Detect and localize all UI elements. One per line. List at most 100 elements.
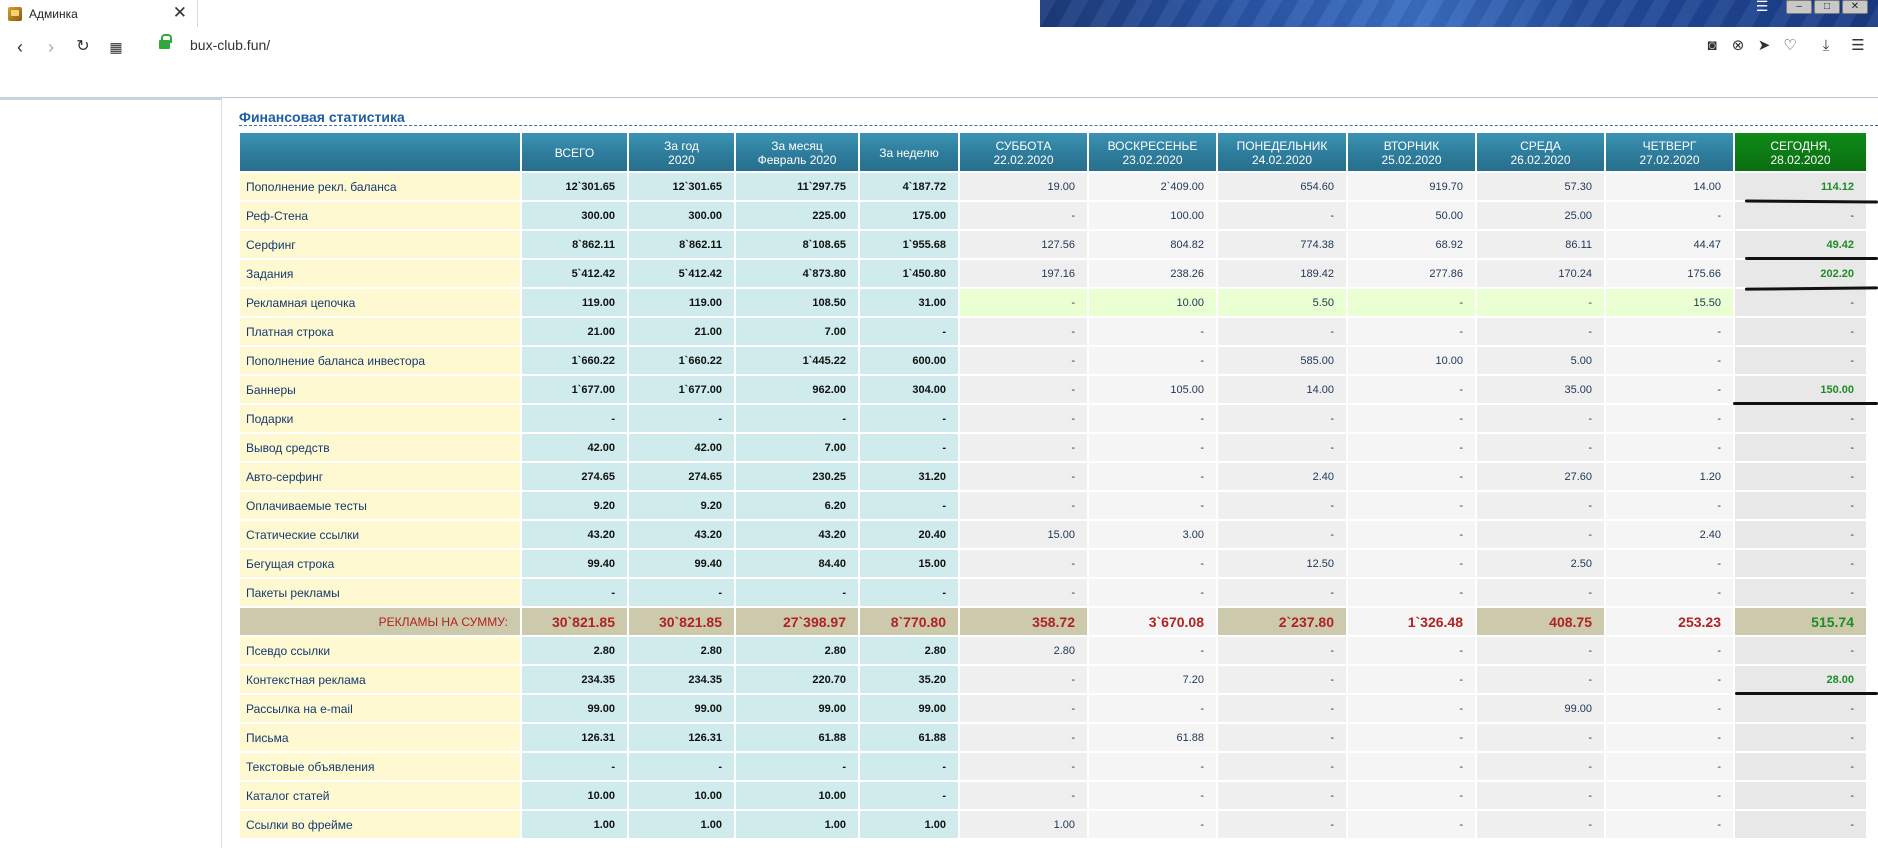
table-cell: 99.00 bbox=[522, 695, 627, 722]
table-cell: 804.82 bbox=[1089, 231, 1216, 258]
table-cell: 61.88 bbox=[1089, 724, 1216, 751]
table-cell: - bbox=[1348, 376, 1475, 403]
table-cell: 189.42 bbox=[1218, 260, 1346, 287]
table-cell: - bbox=[1477, 782, 1604, 809]
row-label: Серфинг bbox=[240, 231, 520, 258]
table-cell: - bbox=[1735, 579, 1866, 606]
table-row: Пополнение рекл. баланса 12`301.65 12`301.… bbox=[240, 173, 1866, 200]
table-cell: 14.00 bbox=[1218, 376, 1346, 403]
table-cell: 2.40 bbox=[1606, 521, 1733, 548]
table-cell: - bbox=[1348, 521, 1475, 548]
chevron-left-icon[interactable]: ‹ bbox=[9, 36, 31, 58]
table-cell: 43.20 bbox=[736, 521, 858, 548]
annotation-mark bbox=[1745, 257, 1878, 260]
column-header: ЧЕТВЕРГ 27.02.2020 bbox=[1606, 133, 1733, 171]
table-cell: - bbox=[1606, 637, 1733, 664]
table-cell: 43.20 bbox=[629, 521, 734, 548]
table-cell: - bbox=[860, 434, 958, 461]
table-cell: 1`677.00 bbox=[522, 376, 627, 403]
table-cell: 1.00 bbox=[522, 811, 627, 838]
table-cell: - bbox=[1348, 724, 1475, 751]
row-label: Реф-Стена bbox=[240, 202, 520, 229]
table-cell: - bbox=[1218, 492, 1346, 519]
tab-close-icon[interactable]: ✕ bbox=[173, 4, 187, 22]
table-cell: - bbox=[960, 782, 1087, 809]
table-cell: - bbox=[1348, 318, 1475, 345]
window-menu-icon[interactable]: ☰ bbox=[1752, 0, 1772, 14]
column-header-line: За год bbox=[664, 139, 699, 153]
table-cell: 31.00 bbox=[860, 289, 958, 316]
heart-icon[interactable]: ♡ bbox=[1780, 36, 1800, 56]
table-cell: - bbox=[1218, 521, 1346, 548]
send-icon[interactable]: ➤ bbox=[1754, 36, 1774, 56]
table-cell: 25.00 bbox=[1477, 202, 1604, 229]
table-cell: 300.00 bbox=[629, 202, 734, 229]
table-cell: 20.40 bbox=[860, 521, 958, 548]
menu-icon[interactable]: ☰ bbox=[1848, 36, 1868, 56]
table-cell: 600.00 bbox=[860, 347, 958, 374]
page-top-rule bbox=[222, 97, 1878, 98]
reload-icon[interactable]: ↻ bbox=[72, 36, 94, 58]
maximize-icon[interactable]: □ bbox=[1814, 0, 1840, 14]
table-cell: 10.00 bbox=[1089, 289, 1216, 316]
table-cell: 126.31 bbox=[522, 724, 627, 751]
table-cell: 14.00 bbox=[1606, 173, 1733, 200]
table-cell: 300.00 bbox=[522, 202, 627, 229]
column-header-line: 27.02.2020 bbox=[1639, 153, 1700, 167]
column-header-line: ПОНЕДЕЛЬНИК bbox=[1236, 139, 1328, 153]
table-cell: - bbox=[1735, 695, 1866, 722]
address-bar[interactable]: bux-club.fun/ bbox=[190, 37, 270, 53]
table-row: Рассылка на e-mail 99.00 99.00 99.00 99.00- -… bbox=[240, 695, 1866, 722]
annotation-mark bbox=[1735, 692, 1878, 695]
table-cell: - bbox=[960, 347, 1087, 374]
table-row: Платная строка 21.00 21.00 7.00- - - - - - - - bbox=[240, 318, 1866, 345]
table-cell: 27.60 bbox=[1477, 463, 1604, 490]
table-cell: - bbox=[1348, 637, 1475, 664]
table-cell: - bbox=[960, 492, 1087, 519]
close-window-icon[interactable]: ✕ bbox=[1842, 0, 1868, 14]
table-cell: - bbox=[1477, 753, 1604, 780]
tab-admin[interactable]: Админка ✕ bbox=[0, 0, 198, 27]
table-cell: 21.00 bbox=[629, 318, 734, 345]
table-cell: 84.40 bbox=[736, 550, 858, 577]
table-cell: 99.00 bbox=[736, 695, 858, 722]
table-body: Пополнение рекл. баланса 12`301.65 12`301.… bbox=[240, 173, 1866, 838]
table-cell: - bbox=[1477, 579, 1604, 606]
table-cell: - bbox=[1218, 753, 1346, 780]
table-cell: - bbox=[1089, 579, 1216, 606]
table-cell: 4`187.72 bbox=[860, 173, 958, 200]
grid-icon[interactable]: ▦ bbox=[105, 36, 127, 58]
table-cell: - bbox=[1606, 782, 1733, 809]
row-label: Ссылки во фрейме bbox=[240, 811, 520, 838]
table-cell: 1.00 bbox=[860, 811, 958, 838]
column-header-line: Февраль 2020 bbox=[757, 153, 837, 167]
table-cell: 42.00 bbox=[522, 434, 627, 461]
table-cell: - bbox=[1218, 579, 1346, 606]
minimize-icon[interactable]: – bbox=[1786, 0, 1812, 14]
table-cell: 119.00 bbox=[629, 289, 734, 316]
tab-title: Админка bbox=[29, 6, 78, 21]
table-row: Вывод средств 42.00 42.00 7.00- - - - - - - - bbox=[240, 434, 1866, 461]
table-cell: - bbox=[1735, 550, 1866, 577]
table-cell: 2.80 bbox=[629, 637, 734, 664]
table-cell: 61.88 bbox=[736, 724, 858, 751]
table-cell: - bbox=[960, 753, 1087, 780]
table-cell: - bbox=[1606, 318, 1733, 345]
table-cell: - bbox=[1735, 463, 1866, 490]
download-icon[interactable]: ⤓ bbox=[1816, 36, 1836, 56]
browser-toolbar: ‹ › ↻ ▦ bbox=[0, 27, 1878, 67]
table-cell: - bbox=[1477, 405, 1604, 432]
row-label: Задания bbox=[240, 260, 520, 287]
camera-icon[interactable]: ◙ bbox=[1702, 36, 1722, 56]
table-cell: 774.38 bbox=[1218, 231, 1346, 258]
table-cell: - bbox=[1089, 753, 1216, 780]
table-cell: 3.00 bbox=[1089, 521, 1216, 548]
block-icon[interactable]: ⊗ bbox=[1728, 36, 1748, 56]
table-cell: - bbox=[960, 318, 1087, 345]
table-cell: 408.75 bbox=[1477, 608, 1604, 635]
chevron-right-icon[interactable]: › bbox=[40, 36, 62, 58]
header-label-cell bbox=[240, 133, 520, 171]
column-header: ПОНЕДЕЛЬНИК 24.02.2020 bbox=[1218, 133, 1346, 171]
table-cell: 15.50 bbox=[1606, 289, 1733, 316]
screen: Админка ✕ ☰ – □ ✕ ‹ › ↻ ▦ bux-club.fun/ … bbox=[0, 0, 1878, 848]
